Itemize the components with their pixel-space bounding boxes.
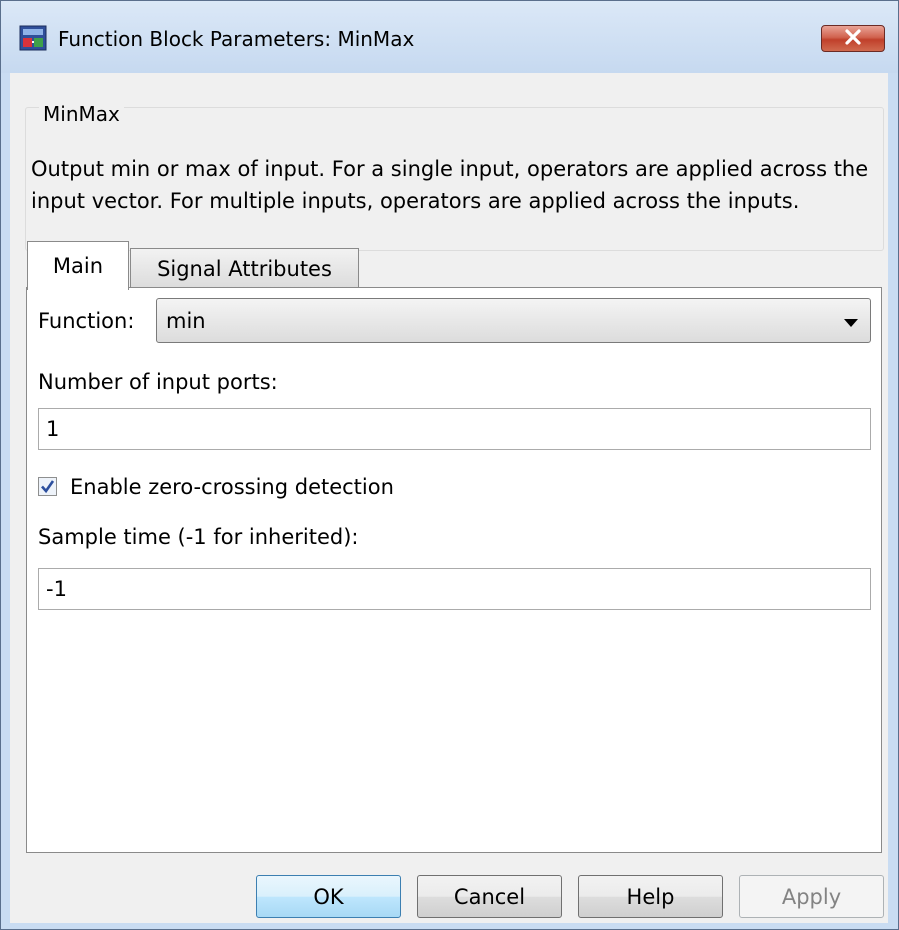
tab-signal-attributes-label: Signal Attributes [157,256,332,281]
ok-button[interactable]: OK [256,875,401,918]
tab-signal-attributes[interactable]: Signal Attributes [130,248,359,288]
close-button[interactable] [821,25,885,52]
tab-main[interactable]: Main [27,241,129,290]
zero-crossing-checkbox[interactable] [38,477,57,496]
block-description: Output min or max of input. For a single… [31,157,869,213]
dialog-window: Function Block Parameters: MinMax MinMax… [0,0,899,930]
function-dropdown[interactable]: min [156,298,871,343]
apply-button-label: Apply [781,884,842,909]
function-label: Function: [38,309,135,333]
window-title: Function Block Parameters: MinMax [58,27,415,51]
function-dropdown-value: min [166,309,206,333]
apply-button[interactable]: Apply [739,875,884,918]
dialog-client-area: MinMax Output min or max of input. For a… [10,73,888,923]
ok-button-label: OK [313,884,344,909]
num-ports-value: 1 [46,417,60,441]
description-group: MinMax Output min or max of input. For a… [25,104,884,251]
num-ports-input[interactable]: 1 [38,408,871,450]
help-button-label: Help [626,884,675,909]
sample-time-value: -1 [46,577,67,601]
num-ports-label: Number of input ports: [38,370,278,394]
chevron-down-icon [844,319,858,327]
main-tab-panel: Function: min Number of input ports: 1 E… [26,287,882,853]
cancel-button[interactable]: Cancel [417,875,562,918]
block-name-legend: MinMax [39,104,124,124]
title-bar[interactable]: Function Block Parameters: MinMax [1,1,898,73]
sample-time-input[interactable]: -1 [38,568,871,610]
cancel-button-label: Cancel [453,884,526,909]
help-button[interactable]: Help [578,875,723,918]
sample-time-label: Sample time (-1 for inherited): [38,525,359,549]
close-icon [843,28,863,49]
tab-main-label: Main [52,254,104,278]
simulink-app-icon [19,25,47,51]
zero-crossing-label[interactable]: Enable zero-crossing detection [70,475,394,499]
